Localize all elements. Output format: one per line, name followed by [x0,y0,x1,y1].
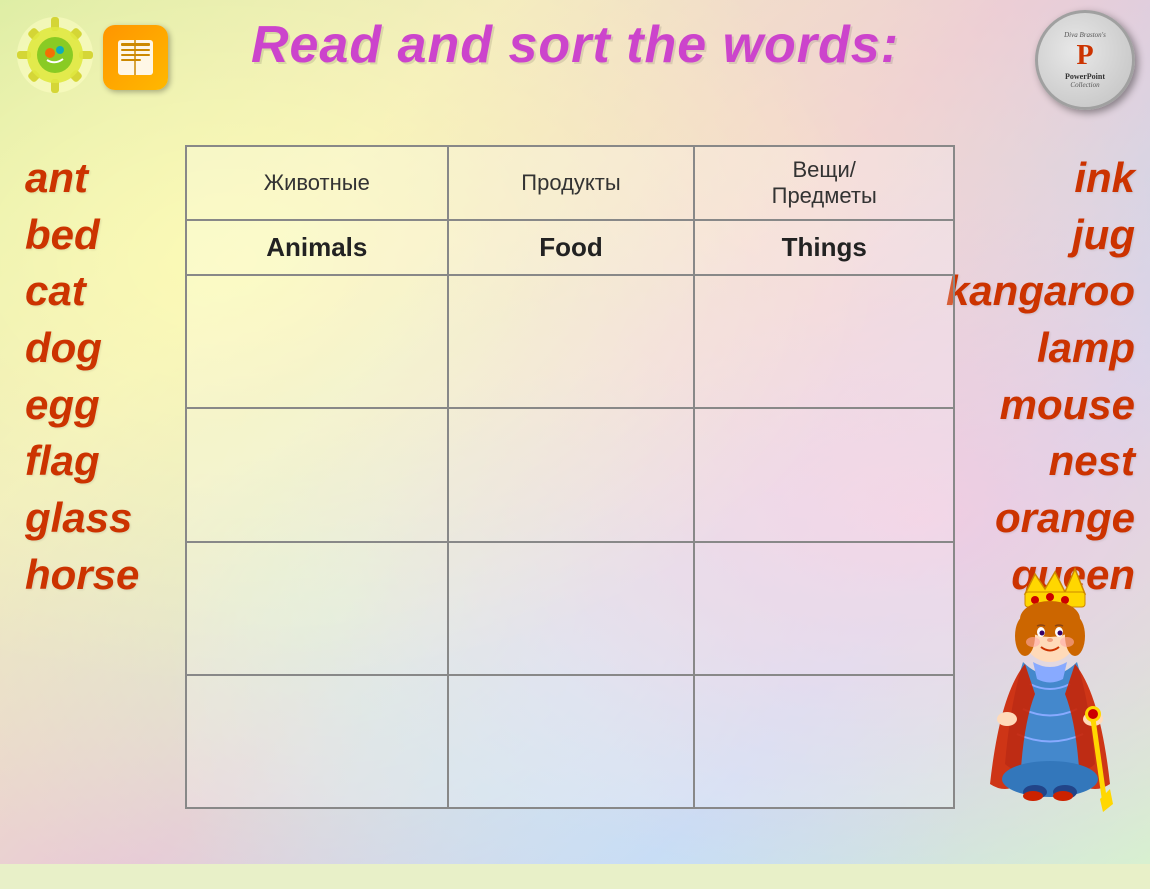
col-header-animals-en: Animals [186,220,448,275]
list-item: ink [946,150,1135,207]
ppt-badge: Diva Braston's P PowerPoint Collection [1035,10,1135,110]
table-row[interactable] [186,408,954,541]
cell-things-4[interactable] [694,675,954,808]
col-header-things-en: Things [694,220,954,275]
cell-animals-4[interactable] [186,675,448,808]
ppt-circle: Diva Braston's P PowerPoint Collection [1035,10,1135,110]
list-item: cat [25,263,139,320]
list-item: ant [25,150,139,207]
cell-things-1[interactable] [694,275,954,408]
queen-character [945,564,1145,864]
sort-table-container: Животные Продукты Вещи/Предметы Animals … [185,145,955,809]
cell-things-3[interactable] [694,542,954,675]
list-item: mouse [946,377,1135,434]
table-row[interactable] [186,542,954,675]
word-list-right: ink jug kangaroo lamp mouse nest orange … [946,150,1135,604]
col-header-animals-ru: Животные [186,146,448,220]
ppt-label: PowerPoint [1065,72,1105,81]
list-item: dog [25,320,139,377]
cell-animals-3[interactable] [186,542,448,675]
list-item: egg [25,377,139,434]
list-item: glass [25,490,139,547]
word-list-left: ant bed cat dog egg flag glass horse [25,150,139,604]
list-item: flag [25,433,139,490]
page-title: Read and sort the words: [251,15,899,75]
ppt-logo: P [1076,40,1093,72]
cell-animals-2[interactable] [186,408,448,541]
content-wrapper: Read and sort the words: Diva Braston's … [0,0,1150,864]
list-item: nest [946,433,1135,490]
ppt-top: Diva Braston's [1064,31,1106,39]
sort-table: Животные Продукты Вещи/Предметы Animals … [185,145,955,809]
list-item: horse [25,547,139,604]
list-item: orange [946,490,1135,547]
col-header-food-en: Food [448,220,695,275]
header-icons [15,15,168,100]
table-header-english: Animals Food Things [186,220,954,275]
cell-things-2[interactable] [694,408,954,541]
ppt-sub: Collection [1070,81,1099,89]
cell-food-1[interactable] [448,275,695,408]
cell-food-3[interactable] [448,542,695,675]
queen-svg [945,564,1145,884]
cell-animals-1[interactable] [186,275,448,408]
col-header-things-ru: Вещи/Предметы [694,146,954,220]
cell-food-4[interactable] [448,675,695,808]
table-header-russian: Животные Продукты Вещи/Предметы [186,146,954,220]
cell-food-2[interactable] [448,408,695,541]
list-item: kangaroo [946,263,1135,320]
gear-icon [15,15,95,100]
table-row[interactable] [186,275,954,408]
table-row[interactable] [186,675,954,808]
header: Read and sort the words: [0,15,1150,75]
list-item: bed [25,207,139,264]
list-item: jug [946,207,1135,264]
book-icon [103,25,168,90]
col-header-food-ru: Продукты [448,146,695,220]
list-item: lamp [946,320,1135,377]
